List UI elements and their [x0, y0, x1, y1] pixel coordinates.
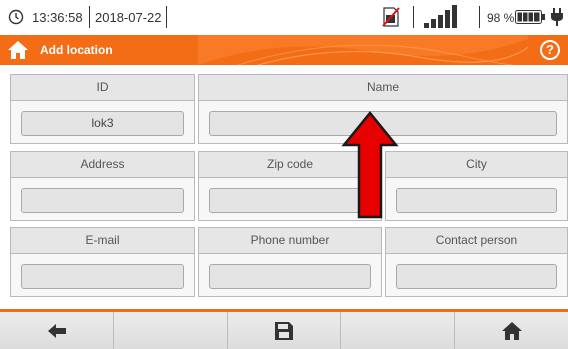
address-field: Address: [10, 151, 195, 221]
title-bar: Add location ?: [0, 35, 568, 65]
name-label: Name: [199, 75, 567, 101]
home-icon: [501, 321, 522, 340]
title-bar-decoration: [198, 35, 528, 65]
page-title: Add location: [40, 43, 113, 57]
plug-icon: [551, 8, 563, 26]
id-input[interactable]: lok3: [21, 111, 184, 136]
divider: [413, 6, 414, 28]
id-field: ID lok3: [10, 74, 195, 144]
city-label: City: [386, 152, 567, 178]
home-icon[interactable]: [7, 40, 29, 60]
id-label: ID: [11, 75, 194, 101]
red-arrow-annotation: [341, 111, 399, 219]
status-bar: 13:36:58 2018-07-22 98 %: [0, 0, 568, 34]
home-button[interactable]: [455, 312, 568, 349]
save-button[interactable]: [228, 312, 341, 349]
battery-icon: [515, 10, 545, 24]
status-time: 13:36:58: [32, 10, 83, 25]
phone-field: Phone number: [198, 227, 382, 297]
address-input[interactable]: [21, 188, 184, 213]
status-date: 2018-07-22: [95, 10, 162, 25]
help-button[interactable]: ?: [540, 40, 560, 60]
back-icon: [47, 323, 66, 338]
contact-person-field: Contact person: [385, 227, 568, 297]
contact-person-input[interactable]: [396, 264, 557, 289]
address-label: Address: [11, 152, 194, 178]
email-field: E-mail: [10, 227, 195, 297]
battery-percent: 98 %: [487, 11, 515, 25]
city-field: City: [385, 151, 568, 221]
clock-icon: [8, 9, 24, 25]
divider: [479, 6, 480, 28]
back-button[interactable]: [0, 312, 114, 349]
contact-person-label: Contact person: [386, 228, 567, 254]
phone-input[interactable]: [209, 264, 371, 289]
divider: [89, 6, 90, 28]
toolbar-button-4[interactable]: [341, 312, 455, 349]
signal-icon: [424, 5, 457, 28]
toolbar-button-2[interactable]: [114, 312, 228, 349]
divider: [166, 6, 167, 28]
save-icon: [275, 321, 293, 340]
no-sim-icon: [382, 7, 400, 27]
phone-label: Phone number: [199, 228, 381, 254]
email-label: E-mail: [11, 228, 194, 254]
bottom-toolbar: [0, 309, 568, 349]
email-input[interactable]: [21, 264, 184, 289]
city-input[interactable]: [396, 188, 557, 213]
